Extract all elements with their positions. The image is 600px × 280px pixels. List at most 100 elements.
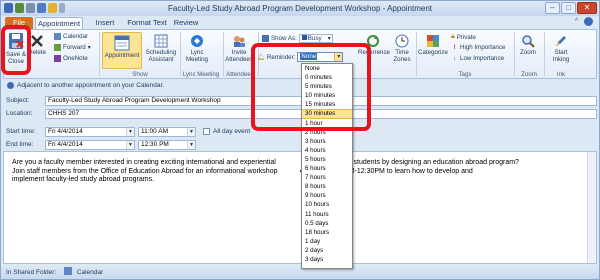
time-zones-label: Time Zones xyxy=(393,49,411,63)
start-inking-button[interactable]: Start Inking xyxy=(547,34,575,63)
reminder-option[interactable]: 1 day xyxy=(302,237,352,246)
lync-meeting-button[interactable]: Lync Meeting xyxy=(183,34,211,63)
start-time-value: 11:00 AM xyxy=(141,128,168,135)
folder-value: Calendar xyxy=(76,269,104,276)
invite-attendees-button[interactable]: Invite Attendees xyxy=(225,34,253,63)
time-zones-button[interactable]: Time Zones xyxy=(390,34,414,63)
invite-attendees-icon xyxy=(234,36,245,47)
chevron-down-icon[interactable]: ▼ xyxy=(187,141,195,149)
message-body[interactable]: Are you a faculty member interested in c… xyxy=(3,151,597,264)
calendar-label: Calendar xyxy=(63,33,89,40)
maximize-button[interactable]: □ xyxy=(561,2,576,14)
zoom-button[interactable]: Zoom xyxy=(516,34,540,56)
group-ink-label: Ink xyxy=(556,71,566,78)
folder-label: In Shared Folder: xyxy=(6,269,57,276)
onenote-button[interactable]: OneNote xyxy=(54,55,88,62)
start-inking-label: Start Inking xyxy=(552,49,570,63)
show-as-select[interactable]: Busy ▾ xyxy=(298,34,333,43)
body-scrollbar[interactable] xyxy=(587,152,596,263)
reminder-option[interactable]: 3 days xyxy=(302,255,352,264)
forward-icon xyxy=(54,44,61,51)
end-date-picker[interactable]: Fri 4/4/2014 ▼ xyxy=(45,140,135,150)
low-importance-button[interactable]: ↓ Low Importance xyxy=(451,55,504,62)
body-line2-start: Join staff members from the Office of Ed… xyxy=(12,167,278,175)
scheduling-assistant-label: Scheduling Assistant xyxy=(145,49,177,63)
forward-label: Forward xyxy=(63,44,86,51)
chevron-down-icon[interactable]: ▼ xyxy=(187,128,195,136)
highlight-save-close xyxy=(1,25,31,75)
reminder-option[interactable]: 11 hours xyxy=(302,210,352,219)
tab-insert[interactable]: Insert xyxy=(91,17,119,29)
show-as-icon xyxy=(262,35,269,42)
title-bar: Faculty-Led Study Abroad Program Develop… xyxy=(1,1,599,16)
end-date-value: Fri 4/4/2014 xyxy=(48,141,83,148)
delete-icon xyxy=(31,35,43,47)
group-zoom-label: Zoom xyxy=(521,71,537,78)
chevron-down-icon: ▾ xyxy=(87,44,91,51)
chevron-down-icon[interactable]: ▼ xyxy=(126,141,134,149)
status-bar: In Shared Folder: Calendar xyxy=(1,265,599,279)
end-time-row: End time: Fri 4/4/2014 ▼ 12:30 PM ▼ xyxy=(3,140,597,150)
start-time-picker[interactable]: 11:00 AM ▼ xyxy=(138,127,196,137)
reminder-option[interactable]: 3 hours xyxy=(302,137,352,146)
reminder-option[interactable]: 2 days xyxy=(302,246,352,255)
chevron-down-icon[interactable]: ▼ xyxy=(126,128,134,136)
appointment-view-label: Appointment xyxy=(104,52,140,59)
lync-meeting-label: Lync Meeting xyxy=(185,49,208,63)
private-button[interactable]: 🔒︎ Private xyxy=(451,33,476,41)
low-importance-label: Low Importance xyxy=(460,55,505,62)
onenote-icon xyxy=(54,55,61,62)
lync-icon xyxy=(191,35,203,47)
calendar-icon xyxy=(54,33,61,40)
invite-attendees-label: Invite Attendees xyxy=(225,49,253,63)
all-day-checkbox[interactable] xyxy=(203,128,210,135)
tab-review[interactable]: Review xyxy=(173,17,199,29)
help-icon[interactable] xyxy=(584,17,593,26)
calendar-folder-icon xyxy=(64,267,73,275)
close-button[interactable]: ✕ xyxy=(577,2,597,14)
ribbon-tabs: File Appointment Insert Format Text Revi… xyxy=(1,16,599,29)
down-arrow-icon: ↓ xyxy=(452,55,457,62)
reminder-option[interactable]: 18 hours xyxy=(302,228,352,237)
appointment-window: Faculty-Led Study Abroad Program Develop… xyxy=(0,0,600,280)
ribbon-collapse-icon[interactable]: ^ xyxy=(572,17,581,26)
reminder-option[interactable]: 7 hours xyxy=(302,173,352,182)
start-time-label: Start time: xyxy=(6,128,36,135)
forward-button[interactable]: Forward ▾ xyxy=(54,44,91,51)
reminder-option[interactable]: 0.5 days xyxy=(302,219,352,228)
calendar-button[interactable]: Calendar xyxy=(54,33,88,40)
start-date-picker[interactable]: Fri 4/4/2014 ▼ xyxy=(45,127,135,137)
body-line1-start: Are you a faculty member interested in c… xyxy=(12,159,276,166)
categorize-icon xyxy=(427,35,439,47)
end-time-picker[interactable]: 12:30 PM ▼ xyxy=(138,140,196,150)
reminder-option[interactable]: 8 hours xyxy=(302,182,352,191)
busy-swatch xyxy=(301,35,307,40)
private-label: Private xyxy=(456,33,476,41)
scheduling-assistant-button[interactable]: Scheduling Assistant xyxy=(145,34,177,63)
end-time-value: 12:30 PM xyxy=(141,141,169,148)
reminder-option[interactable]: 6 hours xyxy=(302,164,352,173)
appointment-view-button[interactable]: Appointment xyxy=(102,32,142,69)
tab-format-text[interactable]: Format Text xyxy=(125,17,169,29)
time-zones-icon xyxy=(395,34,409,48)
show-as-value: Busy xyxy=(307,35,322,42)
group-tags-label: Tags xyxy=(458,71,472,78)
tab-appointment[interactable]: Appointment xyxy=(35,17,83,29)
group-lync-label: Lync Meeting xyxy=(182,71,220,78)
high-importance-button[interactable]: ! High Importance xyxy=(451,44,505,51)
scheduling-assistant-icon xyxy=(154,34,168,48)
body-line3: implement faculty-led study abroad progr… xyxy=(12,176,155,183)
reminder-option[interactable]: 10 hours xyxy=(302,200,352,209)
chevron-down-icon: ▾ xyxy=(327,35,331,42)
body-line1-end: or your students by designing an educati… xyxy=(329,159,519,166)
reminder-option[interactable]: 4 hours xyxy=(302,146,352,155)
lock-icon: 🔒︎ xyxy=(451,33,455,40)
location-label: Location: xyxy=(6,110,33,117)
categorize-button[interactable]: Categorize xyxy=(418,34,448,56)
show-as-control[interactable]: Show As: Busy ▾ xyxy=(262,34,333,43)
reminder-option[interactable]: 5 hours xyxy=(302,155,352,164)
show-as-label: Show As: xyxy=(271,35,297,42)
reminder-option[interactable]: 9 hours xyxy=(302,191,352,200)
start-date-value: Fri 4/4/2014 xyxy=(48,128,83,135)
minimize-button[interactable]: – xyxy=(545,2,560,14)
